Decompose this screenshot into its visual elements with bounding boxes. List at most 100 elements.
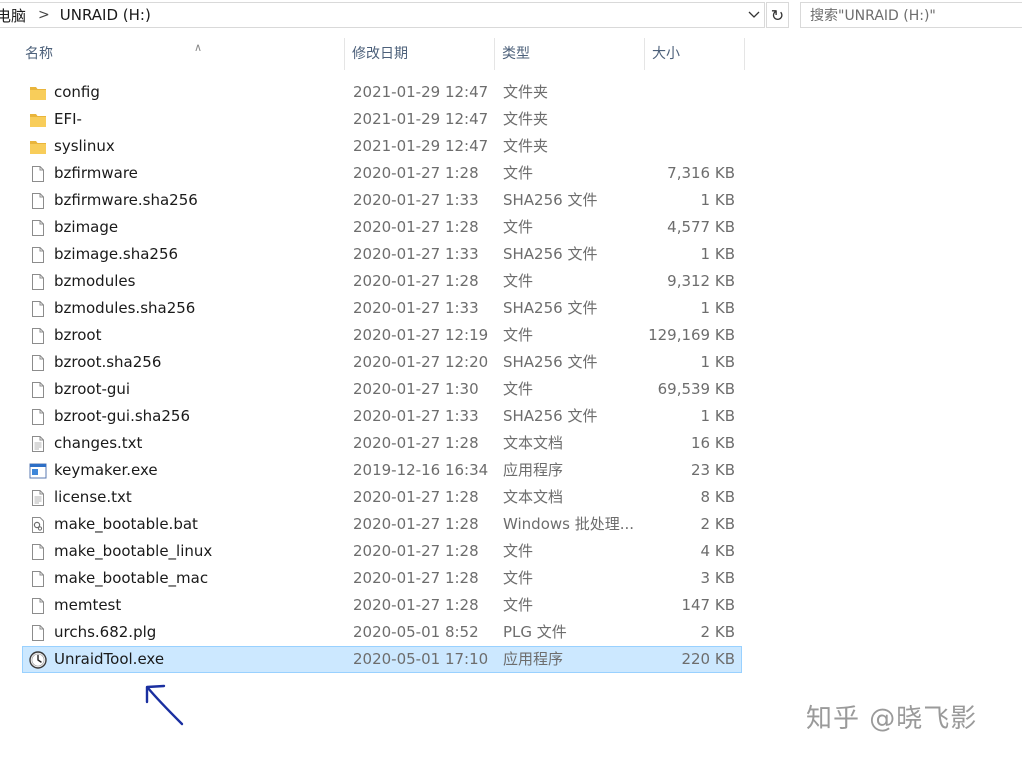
file-list: config 2021-01-29 12:47 文件夹 EFI- 2021-01-29 … [22, 79, 742, 673]
breadcrumb-drive[interactable]: UNRAID (H:) [60, 6, 151, 24]
file-row[interactable]: bzroot-gui 2020-01-27 1:30 文件 69,539 KB [22, 376, 742, 403]
sort-ascending-icon: ∧ [194, 41, 203, 54]
file-row[interactable]: keymaker.exe 2019-12-16 16:34 应用程序 23 KB [22, 457, 742, 484]
column-header-date[interactable]: 修改日期 [345, 38, 495, 70]
file-size: 147 KB [681, 596, 735, 614]
column-size-label: 大小 [652, 46, 680, 62]
file-name: bzfirmware [54, 164, 138, 182]
refresh-button[interactable]: ↻ [766, 2, 789, 28]
file-name: memtest [54, 596, 122, 614]
file-row[interactable]: bzroot 2020-01-27 12:19 文件 129,169 KB [22, 322, 742, 349]
file-row[interactable]: bzroot.sha256 2020-01-27 12:20 SHA256 文件 1 … [22, 349, 742, 376]
file-name: syslinux [54, 137, 115, 155]
file-size: 4,577 KB [667, 218, 735, 236]
breadcrumb-this-pc[interactable]: 电脑 [0, 5, 26, 26]
column-name-label: 名称 [25, 46, 53, 62]
file-row[interactable]: license.txt 2020-01-27 1:28 文本文档 8 KB [22, 484, 742, 511]
watermark: 知乎 @晓飞影 [806, 704, 978, 734]
file-date: 2019-12-16 16:34 [353, 461, 489, 479]
folder-icon [29, 111, 47, 129]
column-date-label: 修改日期 [352, 46, 408, 62]
file-date: 2020-01-27 1:28 [353, 488, 479, 506]
folder-icon [29, 84, 47, 102]
file-type: 文件 [503, 596, 534, 614]
file-name: urchs.682.plg [54, 623, 157, 641]
application-icon [29, 462, 47, 480]
file-type: 文件 [503, 272, 534, 290]
annotation-arrow-icon [145, 684, 184, 726]
file-size: 2 KB [700, 515, 735, 533]
file-type: 文件夹 [503, 110, 549, 128]
file-size: 1 KB [700, 407, 735, 425]
file-type: 文本文档 [503, 434, 564, 452]
breadcrumb-chevron-icon: > [38, 7, 50, 23]
file-size: 1 KB [700, 191, 735, 209]
file-size: 1 KB [700, 245, 735, 263]
file-row[interactable]: bzimage.sha256 2020-01-27 1:33 SHA256 文件 1 … [22, 241, 742, 268]
file-row[interactable]: UnraidTool.exe 2020-05-01 17:10 应用程序 220 KB [22, 646, 742, 673]
address-bar-area: 电脑 > UNRAID (H:) ↻ 搜索"UNRAID (H:)" [0, 0, 1022, 31]
file-date: 2020-01-27 1:33 [353, 299, 479, 317]
file-row[interactable]: make_bootable.bat 2020-01-27 1:28 Windows … [22, 511, 742, 538]
search-input[interactable]: 搜索"UNRAID (H:)" [800, 2, 1022, 28]
file-size: 9,312 KB [667, 272, 735, 290]
file-type: 文件夹 [503, 137, 549, 155]
file-row[interactable]: bzmodules 2020-01-27 1:28 文件 9,312 KB [22, 268, 742, 295]
file-row[interactable]: config 2021-01-29 12:47 文件夹 [22, 79, 742, 106]
file-type: 应用程序 [503, 650, 564, 668]
column-header-size[interactable]: 大小 [645, 38, 745, 70]
file-row[interactable]: urchs.682.plg 2020-05-01 8:52 PLG 文件 2 KB [22, 619, 742, 646]
file-name: license.txt [54, 488, 132, 506]
file-icon [29, 246, 47, 264]
file-row[interactable]: EFI- 2021-01-29 12:47 文件夹 [22, 106, 742, 133]
file-icon [29, 624, 47, 642]
file-type: 文件 [503, 164, 534, 182]
file-name: bzmodules [54, 272, 136, 290]
file-date: 2020-01-27 1:33 [353, 191, 479, 209]
file-name: bzmodules.sha256 [54, 299, 196, 317]
file-type: PLG 文件 [503, 623, 567, 641]
file-type: SHA256 文件 [503, 299, 598, 317]
column-header-name[interactable]: 名称 ∧ [18, 38, 345, 70]
file-date: 2020-01-27 12:20 [353, 353, 489, 371]
file-size: 129,169 KB [648, 326, 735, 344]
file-row[interactable]: make_bootable_mac 2020-01-27 1:28 文件 3 KB [22, 565, 742, 592]
file-date: 2020-01-27 1:28 [353, 542, 479, 560]
chevron-down-icon[interactable] [744, 3, 764, 27]
file-name: make_bootable_linux [54, 542, 213, 560]
clock-app-icon [29, 651, 47, 669]
file-date: 2021-01-29 12:47 [353, 137, 489, 155]
file-row[interactable]: changes.txt 2020-01-27 1:28 文本文档 16 KB [22, 430, 742, 457]
file-date: 2020-01-27 1:28 [353, 434, 479, 452]
file-row[interactable]: syslinux 2021-01-29 12:47 文件夹 [22, 133, 742, 160]
address-bar[interactable]: 电脑 > UNRAID (H:) [0, 2, 765, 28]
file-name: UnraidTool.exe [54, 650, 165, 668]
file-size: 23 KB [691, 461, 735, 479]
file-name: keymaker.exe [54, 461, 158, 479]
file-row[interactable]: bzroot-gui.sha256 2020-01-27 1:33 SHA256 文… [22, 403, 742, 430]
file-name: bzfirmware.sha256 [54, 191, 198, 209]
file-type: SHA256 文件 [503, 353, 598, 371]
file-row[interactable]: bzmodules.sha256 2020-01-27 1:33 SHA256 文件… [22, 295, 742, 322]
file-row[interactable]: bzfirmware 2020-01-27 1:28 文件 7,316 KB [22, 160, 742, 187]
file-size: 4 KB [700, 542, 735, 560]
file-row[interactable]: make_bootable_linux 2020-01-27 1:28 文件 4 KB [22, 538, 742, 565]
file-type: 文件 [503, 218, 534, 236]
file-type: 文件 [503, 542, 534, 560]
file-size: 16 KB [691, 434, 735, 452]
file-date: 2020-01-27 1:28 [353, 218, 479, 236]
file-type: 文件 [503, 380, 534, 398]
file-date: 2020-01-27 1:30 [353, 380, 479, 398]
file-row[interactable]: bzimage 2020-01-27 1:28 文件 4,577 KB [22, 214, 742, 241]
file-icon [29, 408, 47, 426]
column-header-type[interactable]: 类型 [495, 38, 645, 70]
file-icon [29, 570, 47, 588]
file-icon [29, 543, 47, 561]
file-row[interactable]: memtest 2020-01-27 1:28 文件 147 KB [22, 592, 742, 619]
file-row[interactable]: bzfirmware.sha256 2020-01-27 1:33 SHA256 文… [22, 187, 742, 214]
file-icon [29, 327, 47, 345]
file-size: 1 KB [700, 299, 735, 317]
file-icon [29, 192, 47, 210]
file-date: 2020-05-01 17:10 [353, 650, 489, 668]
file-name: bzimage.sha256 [54, 245, 179, 263]
